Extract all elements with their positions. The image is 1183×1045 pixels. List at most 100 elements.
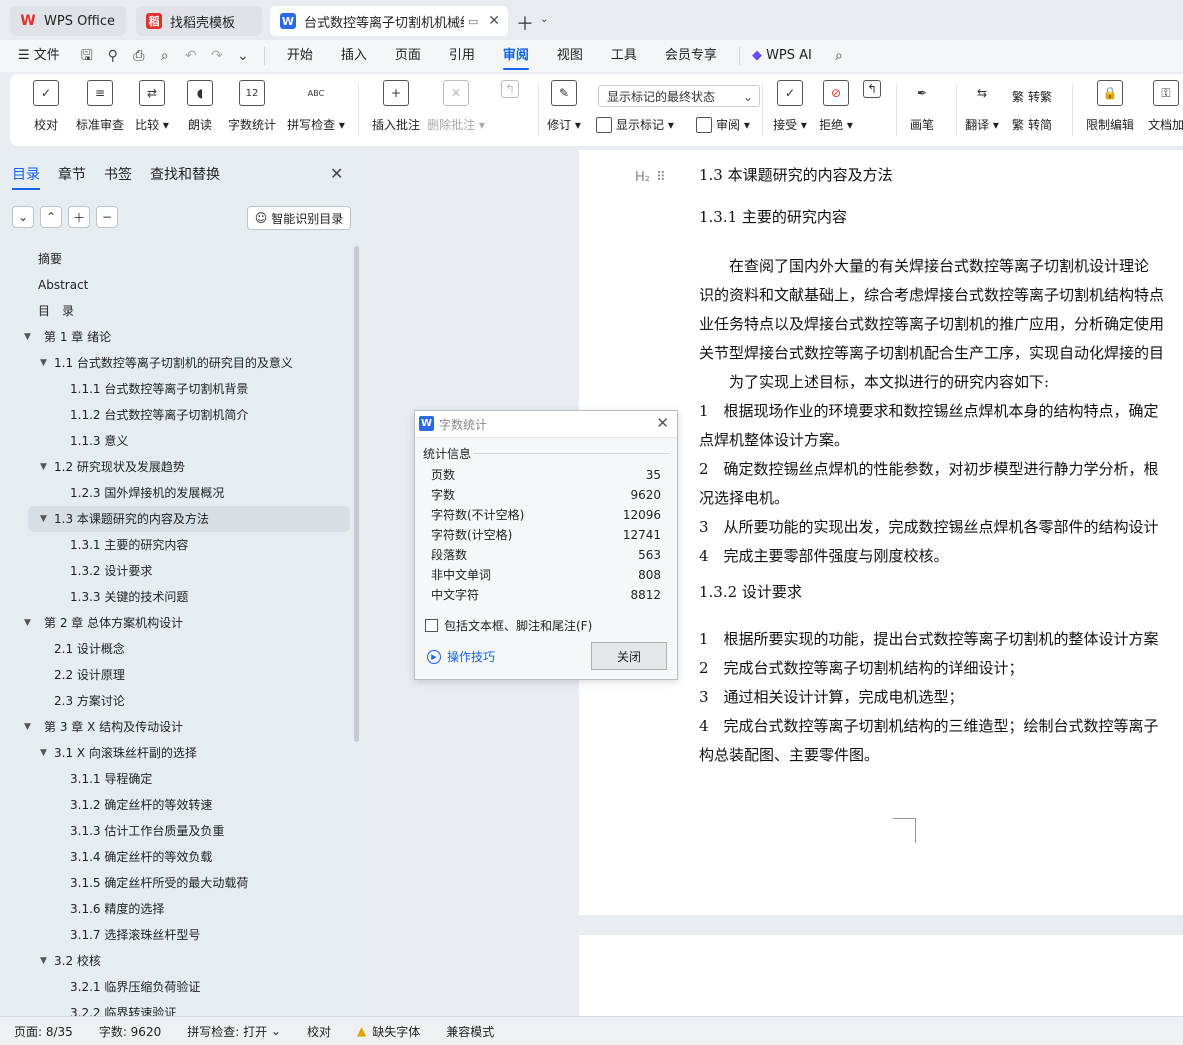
close-icon[interactable]: ✕ <box>330 164 343 183</box>
toc-item[interactable]: 1.2.3 国外焊接机的发展概况 <box>0 480 352 506</box>
menu-page[interactable]: 页面 <box>381 40 435 72</box>
tab-list-chevron-icon[interactable]: ⌄ <box>540 14 548 25</box>
toc-item[interactable]: ▼ 3.1 X 向滚珠丝杆副的选择 <box>0 740 352 766</box>
chevron-down-icon[interactable]: ▼ <box>40 740 47 766</box>
review-pane-button[interactable]: 审阅 ▾ <box>696 116 750 133</box>
chevron-down-icon[interactable]: ▼ <box>24 714 31 740</box>
toc-item[interactable]: 3.1.5 确定丝杆所受的最大动载荷 <box>0 870 352 896</box>
close-button[interactable]: 关闭 <box>591 642 667 670</box>
tab-document[interactable]: W 台式数控等离子切割机机械结 ▭ ✕ <box>270 6 508 36</box>
collapse-up-icon[interactable]: ⌃ <box>40 206 62 228</box>
chevron-down-icon[interactable]: ▼ <box>40 506 47 532</box>
show-markup-button[interactable]: 显示标记 ▾ <box>596 116 674 133</box>
toc-item[interactable]: ▼ 1.1 台式数控等离子切割机的研究目的及意义 <box>0 350 352 376</box>
redo-icon[interactable]: ↷ <box>208 47 226 65</box>
include-textbox-checkbox[interactable]: 包括文本框、脚注和尾注(F) <box>425 617 592 634</box>
chevron-down-icon[interactable]: ▼ <box>24 610 31 636</box>
to-simplified-button[interactable]: 繁转简 <box>1012 116 1052 133</box>
menu-view[interactable]: 视图 <box>543 40 597 72</box>
new-tab-icon[interactable]: ＋ <box>516 10 534 36</box>
proofread-status[interactable]: 校对 <box>293 1023 343 1040</box>
toc-item[interactable]: 2.1 设计概念 <box>0 636 352 662</box>
delete-comment-button[interactable]: ✕ 删除批注 ▾ <box>427 80 485 133</box>
remove-heading-icon[interactable]: − <box>96 206 118 228</box>
word-count-button[interactable]: 12 字数统计 <box>226 80 278 133</box>
print-preview-icon[interactable]: ⌕ <box>156 47 174 65</box>
read-aloud-button[interactable]: ◖ 朗读 <box>174 80 226 133</box>
tab-find-replace[interactable]: 查找和替换 <box>150 164 220 184</box>
toc-item[interactable]: 1.1.2 台式数控等离子切割机简介 <box>0 402 352 428</box>
toc-item[interactable]: 2.2 设计原理 <box>0 662 352 688</box>
toc-item[interactable]: 2.3 方案讨论 <box>0 688 352 714</box>
spell-check-button[interactable]: ABC 拼写检查 ▾ <box>287 80 345 133</box>
smart-toc-button[interactable]: ☺ 智能识别目录 <box>247 206 351 230</box>
doc-encrypt-button[interactable]: ⚿ 文档加 <box>1140 80 1183 133</box>
toc-item[interactable]: 1.3.3 关键的技术问题 <box>0 584 352 610</box>
toc-item[interactable]: 1.1.3 意义 <box>0 428 352 454</box>
toc-item[interactable]: ▼ 第 2 章 总体方案机构设计 <box>0 610 352 636</box>
toc-item[interactable]: ▼ 1.2 研究现状及发展趋势 <box>0 454 352 480</box>
chevron-down-icon[interactable]: ▼ <box>40 350 47 376</box>
tab-docer-templates[interactable]: 稻 找稻壳模板 <box>136 6 262 36</box>
toc-item[interactable]: 3.1.4 确定丝杆的等效负载 <box>0 844 352 870</box>
close-icon[interactable]: ✕ <box>656 414 669 432</box>
toc-scrollbar[interactable] <box>354 246 359 742</box>
dialog-title-bar[interactable]: W 字数统计 ✕ <box>415 411 677 438</box>
toc-item[interactable]: 1.3.2 设计要求 <box>0 558 352 584</box>
toc-item[interactable]: 3.1.2 确定丝杆的等效转速 <box>0 792 352 818</box>
chevron-down-icon[interactable]: ▼ <box>40 948 47 974</box>
toc-item[interactable]: 1.1.1 台式数控等离子切割机背景 <box>0 376 352 402</box>
change-nav-button[interactable]: ↰ <box>846 80 898 98</box>
menu-tools[interactable]: 工具 <box>597 40 651 72</box>
toc-item[interactable]: 3.1.1 导程确定 <box>0 766 352 792</box>
toc-item[interactable]: 3.2.1 临界压缩负荷验证 <box>0 974 352 1000</box>
undo-icon[interactable]: ↶ <box>182 47 200 65</box>
drag-handle-icon[interactable]: ⠿ <box>656 170 666 185</box>
tab-chapters[interactable]: 章节 <box>58 164 86 184</box>
checkbox-box[interactable] <box>425 619 438 632</box>
share-icon[interactable]: ⚲ <box>104 47 122 65</box>
save-icon[interactable]: 🖫 <box>78 47 96 65</box>
toc-item[interactable]: ▼ 第 1 章 绪论 <box>0 324 352 350</box>
pen-button[interactable]: ✒ 画笔 <box>896 80 948 133</box>
toc-item[interactable]: ▼ 第 3 章 X 结构及传动设计 <box>0 714 352 740</box>
menu-insert[interactable]: 插入 <box>327 40 381 72</box>
tab-wps-office[interactable]: W WPS Office <box>10 6 126 36</box>
toc-item[interactable]: 1.3.1 主要的研究内容 <box>0 532 352 558</box>
spell-check-toggle[interactable]: 拼写检查: 打开 ⌄ <box>173 1023 293 1040</box>
wps-ai-button[interactable]: ◆ WPS AI <box>748 40 826 72</box>
menu-member[interactable]: 会员专享 <box>651 40 731 72</box>
chevron-down-icon[interactable]: ▼ <box>40 454 47 480</box>
markup-state-select[interactable]: 显示标记的最终状态 ⌄ <box>598 85 760 107</box>
insert-comment-button[interactable]: + 插入批注 <box>370 80 422 133</box>
chevron-down-icon[interactable]: ▼ <box>24 324 31 350</box>
accept-button[interactable]: ✓ 接受 ▾ <box>764 80 816 133</box>
track-changes-button[interactable]: ✎ 修订 ▾ <box>538 80 590 133</box>
print-icon[interactable]: ⎙ <box>130 47 148 65</box>
standard-review-button[interactable]: ≡ 标准审查 <box>74 80 126 133</box>
word-count-indicator[interactable]: 字数: 9620 <box>85 1023 173 1040</box>
to-traditional-button[interactable]: 繁转繁 <box>1012 88 1052 105</box>
tips-link[interactable]: ▶ 操作技巧 <box>427 648 495 665</box>
search-icon[interactable]: ⌕ <box>830 47 848 65</box>
menu-home[interactable]: 开始 <box>273 40 327 72</box>
proofread-button[interactable]: ✓ 校对 <box>20 80 72 133</box>
toc-item[interactable]: Abstract <box>0 272 352 298</box>
more-chevron-icon[interactable]: ⌄ <box>234 47 252 65</box>
missing-font-status[interactable]: ▲ 缺失字体 <box>343 1023 432 1040</box>
tab-bookmarks[interactable]: 书签 <box>104 164 132 184</box>
comment-nav-button[interactable]: ↰ <box>484 80 536 98</box>
toc-item[interactable]: 目 录 <box>0 298 352 324</box>
toc-item[interactable]: 摘要 <box>0 246 352 272</box>
screen-icon[interactable]: ▭ <box>468 15 478 28</box>
tab-toc[interactable]: 目录 <box>12 164 40 190</box>
compare-button[interactable]: ⇄ 比较 ▾ <box>126 80 178 133</box>
expand-down-icon[interactable]: ⌄ <box>12 206 34 228</box>
toc-item[interactable]: 3.1.6 精度的选择 <box>0 896 352 922</box>
close-tab-icon[interactable]: ✕ <box>488 13 500 29</box>
toc-item[interactable]: ▼ 3.2 校核 <box>0 948 352 974</box>
translate-button[interactable]: ⇆ 翻译 ▾ <box>956 80 1008 133</box>
heading-marker[interactable]: H₂ ⠿ <box>635 170 666 185</box>
add-heading-icon[interactable]: ＋ <box>68 206 90 228</box>
restrict-edit-button[interactable]: 🔒 限制编辑 <box>1084 80 1136 133</box>
